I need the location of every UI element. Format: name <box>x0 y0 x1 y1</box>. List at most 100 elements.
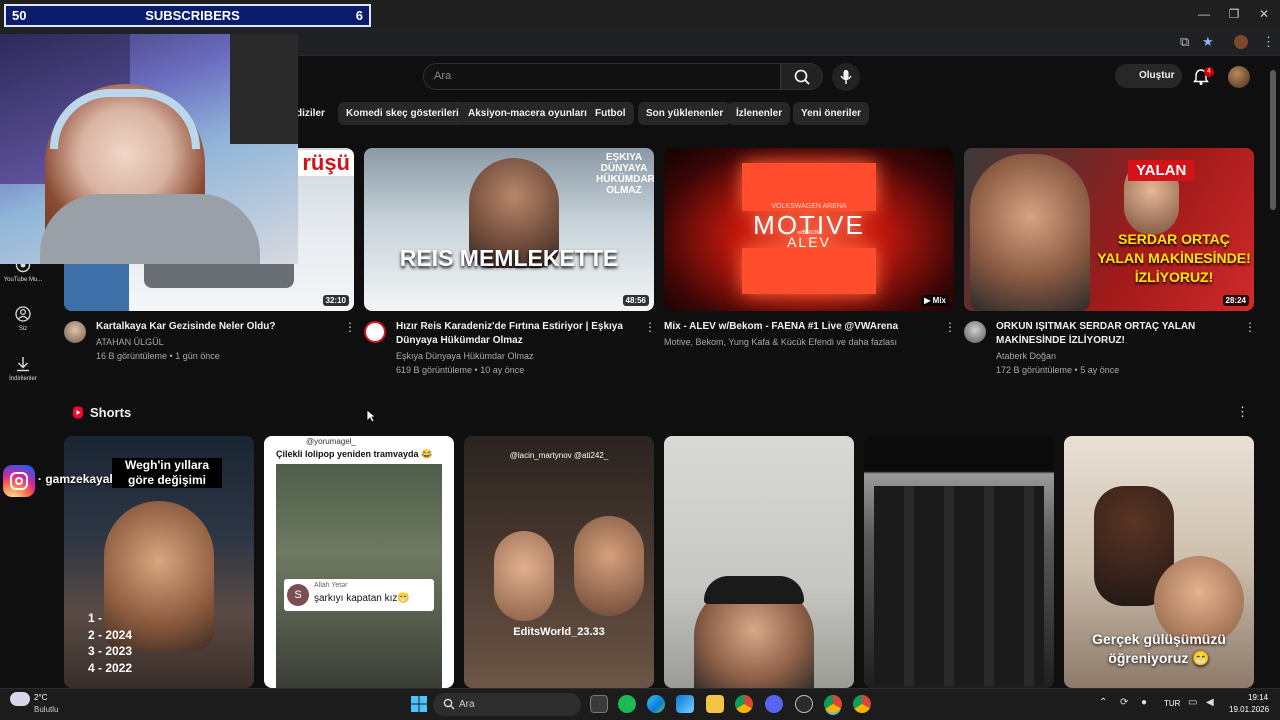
weather-desc: Bulutlu <box>34 705 59 714</box>
network-icon[interactable]: ▭ <box>1188 697 1197 708</box>
store-icon[interactable] <box>676 695 694 713</box>
edge-icon[interactable] <box>647 695 665 713</box>
close-icon[interactable]: ✕ <box>1256 6 1272 22</box>
clock-date[interactable]: 19.01.2026 <box>1229 705 1269 714</box>
minimize-icon[interactable]: — <box>1196 6 1212 22</box>
video-thumbnail[interactable]: EŞKIYA DÜNYAYA HÜKÜMDAR OLMAZ REIS MEMLE… <box>364 148 654 311</box>
chip-yeni-oneriler[interactable]: Yeni öneriler <box>793 102 870 125</box>
more-options-icon[interactable]: ⋮ <box>1244 320 1256 334</box>
video-duration: ▶ Mix <box>921 295 949 306</box>
video-thumbnail[interactable]: VOLKSWAGEN ARENA MOTIVE w/BEKOM ALEV ▶ M… <box>664 148 954 311</box>
video-channel[interactable]: Ataberk Doğan <box>996 349 1246 363</box>
video-duration: 32:10 <box>322 295 349 306</box>
comment-user: Allah Yetər <box>314 582 348 589</box>
user-icon <box>15 306 31 322</box>
steam-icon[interactable] <box>795 695 813 713</box>
file-explorer-icon[interactable] <box>706 695 724 713</box>
short-caption: Wegh'in yıllara göre değişimi <box>112 458 222 488</box>
restore-icon[interactable]: ❐ <box>1226 6 1242 22</box>
account-avatar[interactable] <box>1228 66 1250 88</box>
weather-temp[interactable]: 2°C <box>34 693 47 702</box>
short-person-right <box>574 516 644 616</box>
channel-avatar[interactable] <box>964 321 986 343</box>
video-title[interactable]: ORKUN IŞITMAK SERDAR ORTAÇ YALAN MAKİNES… <box>996 320 1236 348</box>
short-caption: Gerçek gülüşümüzü öğreniyoruz 😁 <box>1092 631 1226 666</box>
voice-search-button[interactable] <box>832 63 860 91</box>
create-button[interactable]: Oluştur <box>1115 64 1182 88</box>
instagram-icon <box>3 465 35 497</box>
webcam-sweater <box>40 194 260 264</box>
short-list-item: 1 - <box>88 611 103 625</box>
short-list-item: 4 - 2022 <box>88 660 133 675</box>
more-options-icon[interactable]: ⋮ <box>644 320 656 334</box>
chip-izlenenler[interactable]: İzlenenler <box>728 102 791 125</box>
video-duration: 48:56 <box>622 295 649 306</box>
bookmark-star-icon[interactable]: ★ <box>1202 34 1214 50</box>
video-title[interactable]: Mix - ALEV w/Bekom - FAENA #1 Live @VWAr… <box>664 320 904 334</box>
microphone-icon <box>840 70 852 84</box>
spotify-icon[interactable] <box>618 695 636 713</box>
sidebar-item-downloads[interactable]: İndirilenler <box>0 355 46 382</box>
instagram-handle-text: gamzekayal <box>45 472 113 486</box>
clock-time[interactable]: 19:14 <box>1248 693 1268 702</box>
volume-icon[interactable]: ◀ <box>1206 697 1214 708</box>
chrome-active-icon[interactable] <box>824 695 842 713</box>
shorts-more-icon[interactable]: ⋮ <box>1236 404 1249 420</box>
sidebar-item-label: İndirilenler <box>9 376 37 382</box>
cast-icon[interactable]: ⧉ <box>1180 34 1189 50</box>
search-input[interactable]: Ara <box>423 63 781 90</box>
profile-avatar-icon[interactable] <box>1234 35 1248 49</box>
chip-son-yuklenenler[interactable]: Son yüklenenler <box>638 102 732 125</box>
weather-icon <box>10 692 30 706</box>
short-card[interactable]: Gerçek gülüşümüzü öğreniyoruz 😁 <box>1064 436 1254 688</box>
short-card[interactable] <box>664 436 854 688</box>
chip-futbol[interactable]: Futbol <box>587 102 634 125</box>
shorts-icon <box>73 406 83 419</box>
task-view-icon[interactable] <box>590 695 608 713</box>
search-button[interactable] <box>781 63 823 90</box>
subscriber-count-left: 50 <box>12 8 27 23</box>
windows-start-icon[interactable] <box>410 695 428 713</box>
short-card[interactable]: @yorumagel_ Çilekli lolipop yeniden tram… <box>264 436 454 688</box>
video-stats: 619 B görüntüleme • 10 ay önce <box>396 365 525 375</box>
shorts-title: Shorts <box>90 405 132 420</box>
video-duration: 28:24 <box>1222 295 1249 306</box>
video-title[interactable]: Kartalkaya Kar Gezisinde Neler Oldu? <box>96 320 336 334</box>
windows-taskbar <box>0 688 1280 720</box>
sync-icon[interactable]: ⟳ <box>1120 697 1128 708</box>
discord-icon[interactable] <box>765 695 783 713</box>
comment-avatar: S <box>287 584 309 606</box>
chip-komedi[interactable]: Komedi skeç gösterileri <box>338 102 467 125</box>
tray-chevron-icon[interactable]: ⌃ <box>1099 697 1107 708</box>
chip-aksiyon[interactable]: Aksiyon-macera oyunları <box>460 102 595 125</box>
chrome-profile-icon[interactable] <box>853 695 871 713</box>
sidebar-item-label: Siz <box>18 326 28 332</box>
short-card[interactable]: @lacin_martynov @ati242_ EditsWorld_23.3… <box>464 436 654 688</box>
video-channel[interactable]: Motive, Bekom, Yung Kafa & Kücük Efendi … <box>664 335 914 349</box>
short-card[interactable] <box>864 436 1054 688</box>
channel-avatar[interactable] <box>364 321 386 343</box>
short-list-item: 2 - 2024 <box>88 627 133 642</box>
video-thumbnail[interactable]: YALAN SERDAR ORTAÇ YALAN MAKİNESİNDE! İZ… <box>964 148 1254 311</box>
scrollbar[interactable] <box>1270 70 1276 210</box>
language-indicator[interactable]: TUR <box>1164 699 1180 708</box>
more-options-icon[interactable]: ⋮ <box>344 320 356 334</box>
microphone-icon[interactable]: ● <box>1141 697 1147 708</box>
video-title[interactable]: Hızır Reis Karadeniz'de Fırtına Estiriyo… <box>396 320 636 348</box>
thumb-text-small: VOLKSWAGEN ARENA <box>771 203 847 210</box>
short-handle: @lacin_martynov @ati242_ <box>509 451 609 460</box>
more-options-icon[interactable]: ⋮ <box>944 320 956 334</box>
browser-menu-icon[interactable]: ⋮ <box>1262 34 1275 50</box>
thumb-text-top: EŞKIYA DÜNYAYA HÜKÜMDAR OLMAZ <box>596 152 654 196</box>
duration-mix-label: Mix <box>932 296 946 305</box>
video-channel[interactable]: Eşkıya Dünyaya Hükümdar Olmaz <box>396 349 646 363</box>
channel-avatar[interactable] <box>64 321 86 343</box>
sidebar-item-siz[interactable]: Siz <box>0 305 46 332</box>
search-icon <box>794 69 810 85</box>
taskbar-search[interactable]: Ara <box>433 693 581 716</box>
download-icon <box>17 357 29 372</box>
short-photo <box>276 464 442 688</box>
webcam-shelf <box>230 34 298 144</box>
chrome-icon[interactable] <box>735 695 753 713</box>
video-channel[interactable]: ATAHAN ÜLGÜL <box>96 335 346 349</box>
